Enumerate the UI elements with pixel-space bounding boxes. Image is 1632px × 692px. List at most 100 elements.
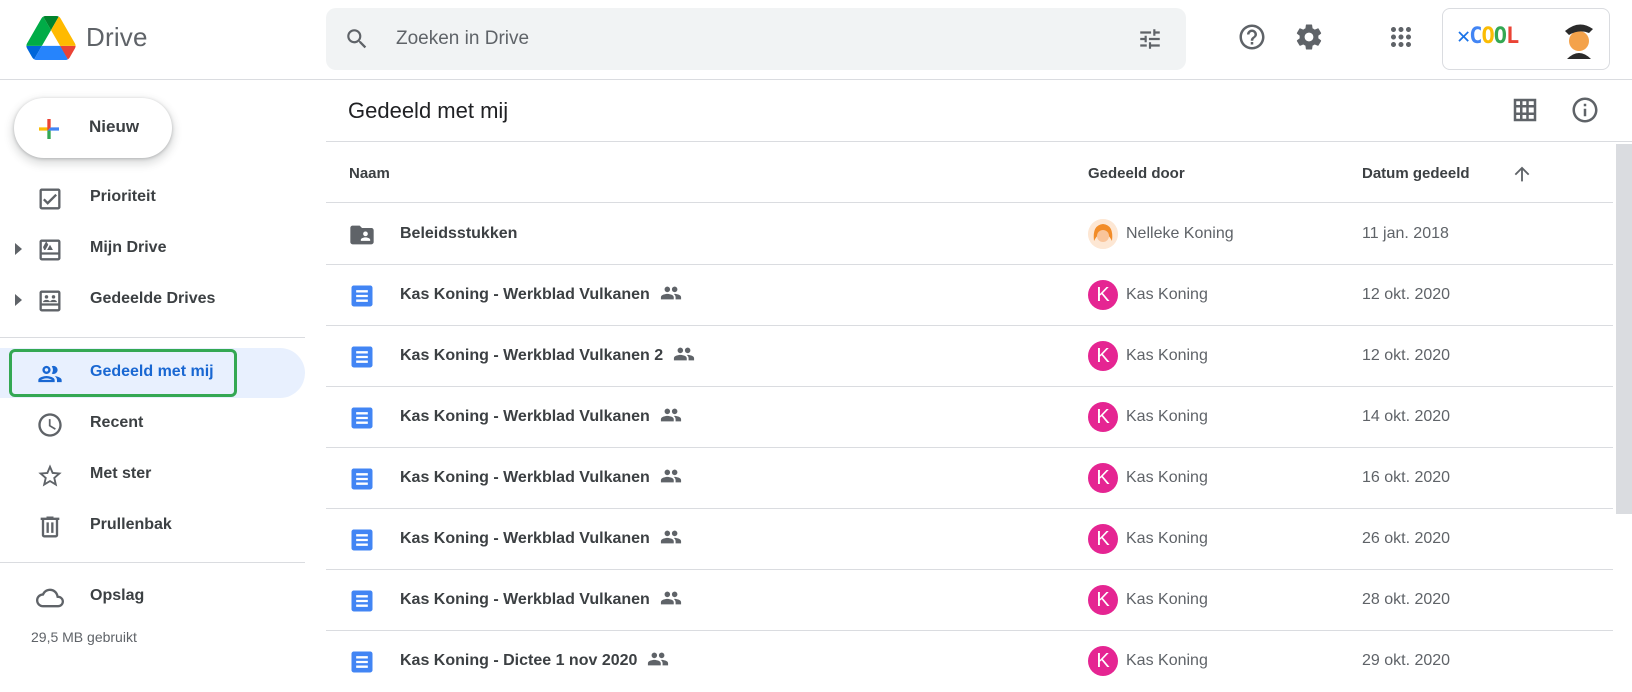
date-shared: 26 okt. 2020 (1362, 530, 1451, 547)
google-doc-icon (351, 407, 373, 429)
table-row[interactable]: Kas Koning - Werkblad Vulkanen K Kas Kon… (326, 570, 1613, 631)
owner-avatar: K (1088, 646, 1118, 676)
google-doc-icon (351, 590, 373, 612)
app-name[interactable]: Drive (86, 22, 148, 53)
file-name-text: Kas Koning - Dictee 1 nov 2020 (400, 652, 638, 669)
shared-by-name: Kas Koning (1126, 652, 1208, 669)
sidebar-item-starred[interactable]: Met ster (0, 450, 305, 500)
search-input[interactable] (396, 22, 1096, 56)
file-name-text: Kas Koning - Werkblad Vulkanen (400, 591, 650, 608)
owner-avatar: K (1088, 463, 1118, 493)
shared-by-name: Kas Koning (1126, 286, 1208, 303)
sidebar-item-priority[interactable]: Prioriteit (0, 173, 305, 223)
google-doc-icon (351, 285, 373, 307)
main-content: Gedeeld met mij Naam Gedeeld door Datum … (326, 81, 1632, 676)
clock-icon (38, 413, 62, 437)
sidebar-item-my-drive[interactable]: Mijn Drive (0, 224, 305, 274)
sidebar-item-label: Recent (90, 414, 144, 431)
date-shared: 29 okt. 2020 (1362, 652, 1451, 669)
column-header-date-shared[interactable]: Datum gedeeld (1362, 165, 1470, 182)
sidebar-item-label: Gedeeld met mij (90, 363, 214, 380)
priority-icon (39, 188, 61, 210)
shared-people-icon (660, 591, 681, 605)
date-shared: 28 okt. 2020 (1362, 591, 1451, 608)
date-shared: 11 jan. 2018 (1362, 225, 1449, 242)
google-doc-icon (351, 468, 373, 490)
shared-people-icon (660, 530, 681, 544)
cloud-icon (36, 588, 64, 608)
account-switcher[interactable]: ✕COOL (1442, 8, 1610, 70)
shared-people-icon (660, 469, 681, 483)
grid-view-icon[interactable] (1510, 95, 1540, 125)
table-row[interactable]: Kas Koning - Werkblad Vulkanen K Kas Kon… (326, 387, 1613, 448)
table-row[interactable]: Kas Koning - Werkblad Vulkanen K Kas Kon… (326, 448, 1613, 509)
owner-avatar: K (1088, 341, 1118, 371)
settings-gear-icon[interactable] (1294, 22, 1324, 52)
shared-by-name: Kas Koning (1126, 469, 1208, 486)
drive-logo-icon[interactable] (26, 16, 76, 60)
table-row[interactable]: Beleidsstukken Nelleke Koning 11 jan. 20… (326, 204, 1613, 265)
file-name-text: Beleidsstukken (400, 225, 518, 242)
shared-by-name: Kas Koning (1126, 591, 1208, 608)
title-divider (326, 141, 1632, 142)
sidebar-item-label: Opslag (90, 587, 145, 604)
file-name: Kas Koning - Werkblad Vulkanen (400, 408, 682, 426)
sort-ascending-icon[interactable] (1511, 163, 1533, 185)
sidebar-item-shared-drives[interactable]: Gedeelde Drives (0, 275, 305, 325)
table-row[interactable]: Kas Koning - Werkblad Vulkanen 2 K Kas K… (326, 326, 1613, 387)
file-name-text: Kas Koning - Werkblad Vulkanen (400, 408, 650, 425)
shared-people-icon (648, 652, 669, 666)
file-name: Beleidsstukken (400, 225, 517, 243)
help-icon[interactable] (1237, 22, 1267, 52)
file-name: Kas Koning - Werkblad Vulkanen (400, 469, 682, 487)
file-name: Kas Koning - Werkblad Vulkanen (400, 286, 682, 304)
sidebar: Nieuw Prioriteit Mijn Drive Gedeelde Dri… (0, 81, 305, 676)
file-name-text: Kas Koning - Werkblad Vulkanen 2 (400, 347, 664, 364)
file-name: Kas Koning - Werkblad Vulkanen (400, 530, 682, 548)
shared-by-name: Kas Koning (1126, 530, 1208, 547)
expand-arrow-icon[interactable] (15, 243, 22, 255)
expand-arrow-icon[interactable] (15, 294, 22, 306)
page-title: Gedeeld met mij (348, 98, 509, 123)
file-name: Kas Koning - Werkblad Vulkanen (400, 591, 682, 609)
google-doc-icon (351, 651, 373, 673)
search-icon[interactable] (344, 26, 370, 52)
sidebar-item-recent[interactable]: Recent (0, 399, 305, 449)
my-drive-icon (39, 239, 61, 261)
sidebar-item-shared-with-me[interactable]: Gedeeld met mij (0, 348, 305, 398)
star-icon (38, 464, 62, 487)
google-doc-icon (351, 529, 373, 551)
sidebar-item-trash[interactable]: Prullenbak (0, 501, 305, 551)
table-row[interactable]: Kas Koning - Werkblad Vulkanen K Kas Kon… (326, 265, 1613, 326)
search-options-icon[interactable] (1136, 26, 1164, 52)
new-button[interactable]: Nieuw (14, 98, 172, 158)
sidebar-item-storage[interactable]: Opslag (0, 572, 305, 622)
file-name: Kas Koning - Werkblad Vulkanen 2 (400, 347, 695, 365)
shared-people-icon (660, 408, 681, 422)
column-header-shared-by[interactable]: Gedeeld door (1088, 165, 1185, 182)
owner-avatar: K (1088, 402, 1118, 432)
sidebar-item-label: Gedeelde Drives (90, 290, 216, 307)
sidebar-divider (0, 337, 305, 338)
shared-by-name: Nelleke Koning (1126, 225, 1234, 242)
shared-with-me-icon (38, 365, 62, 383)
date-shared: 16 okt. 2020 (1362, 469, 1451, 486)
table-header: Naam Gedeeld door Datum gedeeld (326, 143, 1613, 203)
date-shared: 14 okt. 2020 (1362, 408, 1451, 425)
organization-logo: ✕COOL (1457, 24, 1519, 49)
apps-grid-icon[interactable] (1386, 22, 1416, 52)
file-name-text: Kas Koning - Werkblad Vulkanen (400, 469, 650, 486)
table-row[interactable]: Kas Koning - Dictee 1 nov 2020 K Kas Kon… (326, 631, 1613, 692)
column-header-name[interactable]: Naam (349, 165, 390, 182)
owner-avatar: K (1088, 585, 1118, 615)
owner-avatar: K (1088, 280, 1118, 310)
vertical-scrollbar[interactable] (1616, 144, 1632, 514)
shared-drives-icon (39, 290, 61, 312)
owner-avatar (1088, 219, 1118, 249)
new-button-label: Nieuw (89, 117, 140, 136)
shared-folder-icon (350, 225, 374, 245)
info-icon[interactable] (1570, 95, 1600, 125)
search-bar[interactable] (326, 8, 1186, 70)
table-row[interactable]: Kas Koning - Werkblad Vulkanen K Kas Kon… (326, 509, 1613, 570)
user-avatar-icon[interactable] (1559, 19, 1599, 59)
